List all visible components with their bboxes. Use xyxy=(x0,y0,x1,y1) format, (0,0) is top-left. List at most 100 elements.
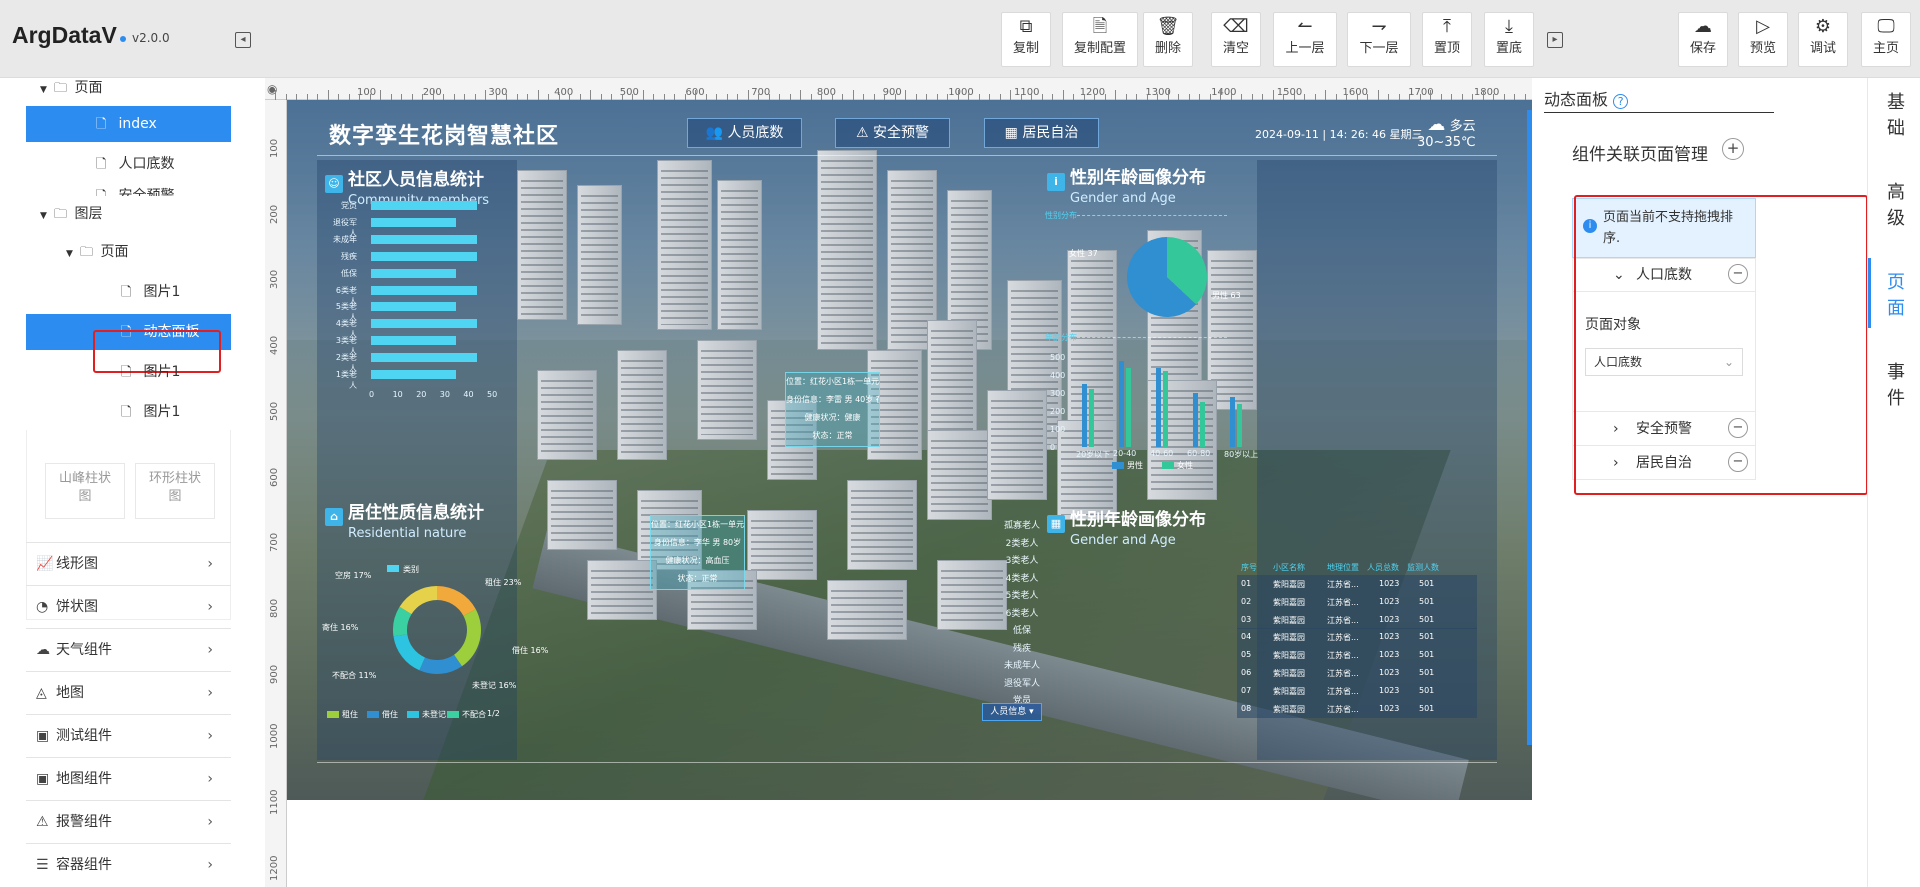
donut-label: 租住 23% xyxy=(485,578,522,587)
table-cell: 501 xyxy=(1419,650,1435,660)
component-group-4[interactable]: ▣ 测试组件 › xyxy=(26,714,231,757)
category-list-item[interactable]: 低保 xyxy=(987,623,1057,636)
app-name: ArgDataV xyxy=(12,22,117,48)
hbar-bar xyxy=(371,370,456,379)
toolbar-button-5[interactable]: ⇁ 下一层 xyxy=(1347,12,1411,67)
table-row[interactable]: 04 紫阳嘉园 江苏省... 1023 501 xyxy=(1237,628,1477,647)
age-x-tick: 20岁以下 xyxy=(1076,450,1111,459)
component-group-5[interactable]: ▣ 地图组件 › xyxy=(26,757,231,800)
table-cell: 1023 xyxy=(1379,650,1400,660)
add-page-button[interactable]: + xyxy=(1722,138,1744,160)
pie-label-male: 男性 63 xyxy=(1212,291,1241,300)
info-popup-1: 位置：红花小区1栋一单元101 身份信息：李雷 男 40岁 在保健康状况：健康状态… xyxy=(785,372,880,447)
ruler-tick-label: 700 xyxy=(751,87,771,98)
age-bar-female xyxy=(1200,402,1205,447)
tree-page-index[interactable]: 🗋 index xyxy=(26,106,231,142)
tree-layer-image[interactable]: 🗋 图片1 xyxy=(26,354,231,390)
action-button-1[interactable]: ▷ 预览 xyxy=(1738,12,1788,67)
alarm-icon: ⚠ xyxy=(855,125,869,141)
tab-event[interactable]: 事件 xyxy=(1886,360,1906,412)
ruler-tick-label: 300 xyxy=(269,270,280,290)
people-info-dropdown[interactable]: 人员信息 ▾ xyxy=(982,703,1042,721)
hbar-x-tick: 30 xyxy=(439,390,450,399)
table-row[interactable]: 01 紫阳嘉园 江苏省... 1023 501 xyxy=(1237,575,1477,593)
age-bar-female xyxy=(1163,371,1168,447)
category-list-item[interactable]: 3类老人 xyxy=(987,553,1057,566)
nav-autonomy[interactable]: ▦ 居民自治 xyxy=(984,118,1099,148)
component-card-ring-bar[interactable]: 环形柱状图 xyxy=(135,463,215,519)
tree-page-population[interactable]: 🗋 人口底数 xyxy=(26,146,231,182)
nav-population[interactable]: 👥 人员底数 xyxy=(687,118,802,148)
tree-pages-root[interactable]: ▼ 🗀 页面 xyxy=(40,70,230,106)
component-group-7[interactable]: ☰ 容器组件 › xyxy=(26,843,231,886)
tree-layer-page[interactable]: ▼ 🗀 页面 xyxy=(66,234,231,270)
toolbar-button-3[interactable]: ⌫ 清空 xyxy=(1211,12,1261,67)
table-header-cell: 监测人数 xyxy=(1407,563,1439,572)
help-icon[interactable]: ? xyxy=(1613,94,1629,109)
table-row[interactable]: 06 紫阳嘉园 江苏省... 1023 501 xyxy=(1237,664,1477,682)
test-chart-icon: ▣ xyxy=(36,728,50,744)
table-row[interactable]: 05 紫阳嘉园 江苏省... 1023 501 xyxy=(1237,646,1477,665)
tab-advanced[interactable]: 高级 xyxy=(1886,180,1906,232)
donut-label: 借住 16% xyxy=(512,646,549,655)
component-group-6[interactable]: ⚠ 报警组件 › xyxy=(26,800,231,843)
ruler-tick-label: 1200 xyxy=(269,855,280,881)
tree-layer-image[interactable]: 🗋 图片1 xyxy=(26,394,231,430)
design-canvas[interactable]: 数字孪生花岗智慧社区 👥 人员底数 ⚠ 安全预警 ▦ 居民自治 2024-09-… xyxy=(287,100,1532,800)
tab-page[interactable]: 页面 xyxy=(1886,270,1906,322)
component-group-0[interactable]: 📈 线形图 › xyxy=(26,542,231,585)
hbar-bar xyxy=(371,285,478,295)
chevron-right-icon: › xyxy=(207,642,213,658)
table-row[interactable]: 03 紫阳嘉园 江苏省... 1023 501 xyxy=(1237,610,1477,629)
category-list-item[interactable]: 孤寡老人 xyxy=(987,518,1057,531)
house-icon: ⌂ xyxy=(325,508,343,526)
table-row[interactable]: 02 紫阳嘉园 江苏省... 1023 501 xyxy=(1237,592,1477,611)
building-image xyxy=(617,350,667,460)
action-button-0[interactable]: ☁ 保存 xyxy=(1678,12,1728,67)
tree-layers-root[interactable]: ▼ 🗀 图层 xyxy=(40,196,230,232)
component-group-2[interactable]: ☁ 天气组件 › xyxy=(26,628,231,671)
component-group-3[interactable]: ◬ 地图 › xyxy=(26,671,231,714)
ruler-tick-label: 800 xyxy=(269,598,280,618)
category-list-item[interactable]: 退役军人 xyxy=(987,676,1057,689)
top-toolbar: ArgDataV v2.0.0 ◂ ⧉ 复制 🗎 复制配置 🗑 删除 ⌫ 清空 ↼ 上一层 ⇁ 下一层… xyxy=(0,0,1920,78)
building-image xyxy=(587,560,657,620)
tree-page-security[interactable]: 🗋 安全预警 xyxy=(26,178,231,196)
age-bar-female xyxy=(1237,403,1242,447)
age-y-tick: 0 xyxy=(1050,443,1056,452)
hbar-category-label: 低保 xyxy=(341,268,357,278)
toolbar-button-4[interactable]: ↼ 上一层 xyxy=(1273,12,1337,67)
action-button-2[interactable]: ⚙ 调试 xyxy=(1798,12,1848,67)
legend-page[interactable]: 1/2 xyxy=(487,709,500,718)
cloud-icon: ☁ xyxy=(36,642,50,658)
age-bar-chart: 0 100 200 300 400 500 20岁以下 20-40 40-60 60-80 80岁以… xyxy=(1050,353,1262,470)
collapse-sidebar-icon[interactable]: ◂ xyxy=(235,32,251,48)
table-row[interactable]: 08 紫阳嘉园 江苏省... 1023 501 xyxy=(1237,699,1477,718)
toolbar-button-6[interactable]: ⤒ 置顶 xyxy=(1422,12,1472,67)
table-cell: 1023 xyxy=(1379,668,1400,677)
table-header: 序号 小区名称 地理位置 人员总数 监测人数 xyxy=(1237,558,1477,576)
category-list-item[interactable]: 残疾 xyxy=(987,641,1057,654)
category-list-item[interactable]: 5类老人 xyxy=(987,588,1057,601)
category-list-item[interactable]: 未成年人 xyxy=(987,658,1057,671)
component-card-mountain-bar[interactable]: 山峰柱状图 xyxy=(45,463,125,519)
expand-panel-icon[interactable]: ▸ xyxy=(1547,32,1563,48)
category-list-item[interactable]: 6类老人 xyxy=(987,606,1057,619)
category-list-item[interactable]: 2类老人 xyxy=(987,536,1057,549)
component-group-1[interactable]: ◔ 饼状图 › xyxy=(26,585,231,628)
toolbar-button-2[interactable]: 🗑 删除 xyxy=(1143,12,1193,67)
category-list-item[interactable]: 4类老人 xyxy=(987,571,1057,584)
age-y-tick: 100 xyxy=(1050,425,1066,434)
toolbar-button-7[interactable]: ⤓ 置底 xyxy=(1484,12,1534,67)
tab-basic[interactable]: 基础 xyxy=(1886,90,1906,142)
toolbar-button-1[interactable]: 🗎 复制配置 xyxy=(1062,12,1138,67)
nav-security[interactable]: ⚠ 安全预警 xyxy=(835,118,950,148)
donut-label: 寄住 16% xyxy=(322,623,359,632)
tree-layer-image[interactable]: 🗋 图片1 xyxy=(26,274,231,310)
ruler-tick-label: 1100 xyxy=(269,789,280,815)
action-button-3[interactable]: 🖵 主页 xyxy=(1861,12,1911,67)
hbar-bar xyxy=(371,336,456,346)
table-row[interactable]: 07 紫阳嘉园 江苏省... 1023 501 xyxy=(1237,681,1477,700)
info-line: 身份信息：李华 男 80岁 xyxy=(653,538,742,547)
toolbar-button-0[interactable]: ⧉ 复制 xyxy=(1001,12,1051,67)
